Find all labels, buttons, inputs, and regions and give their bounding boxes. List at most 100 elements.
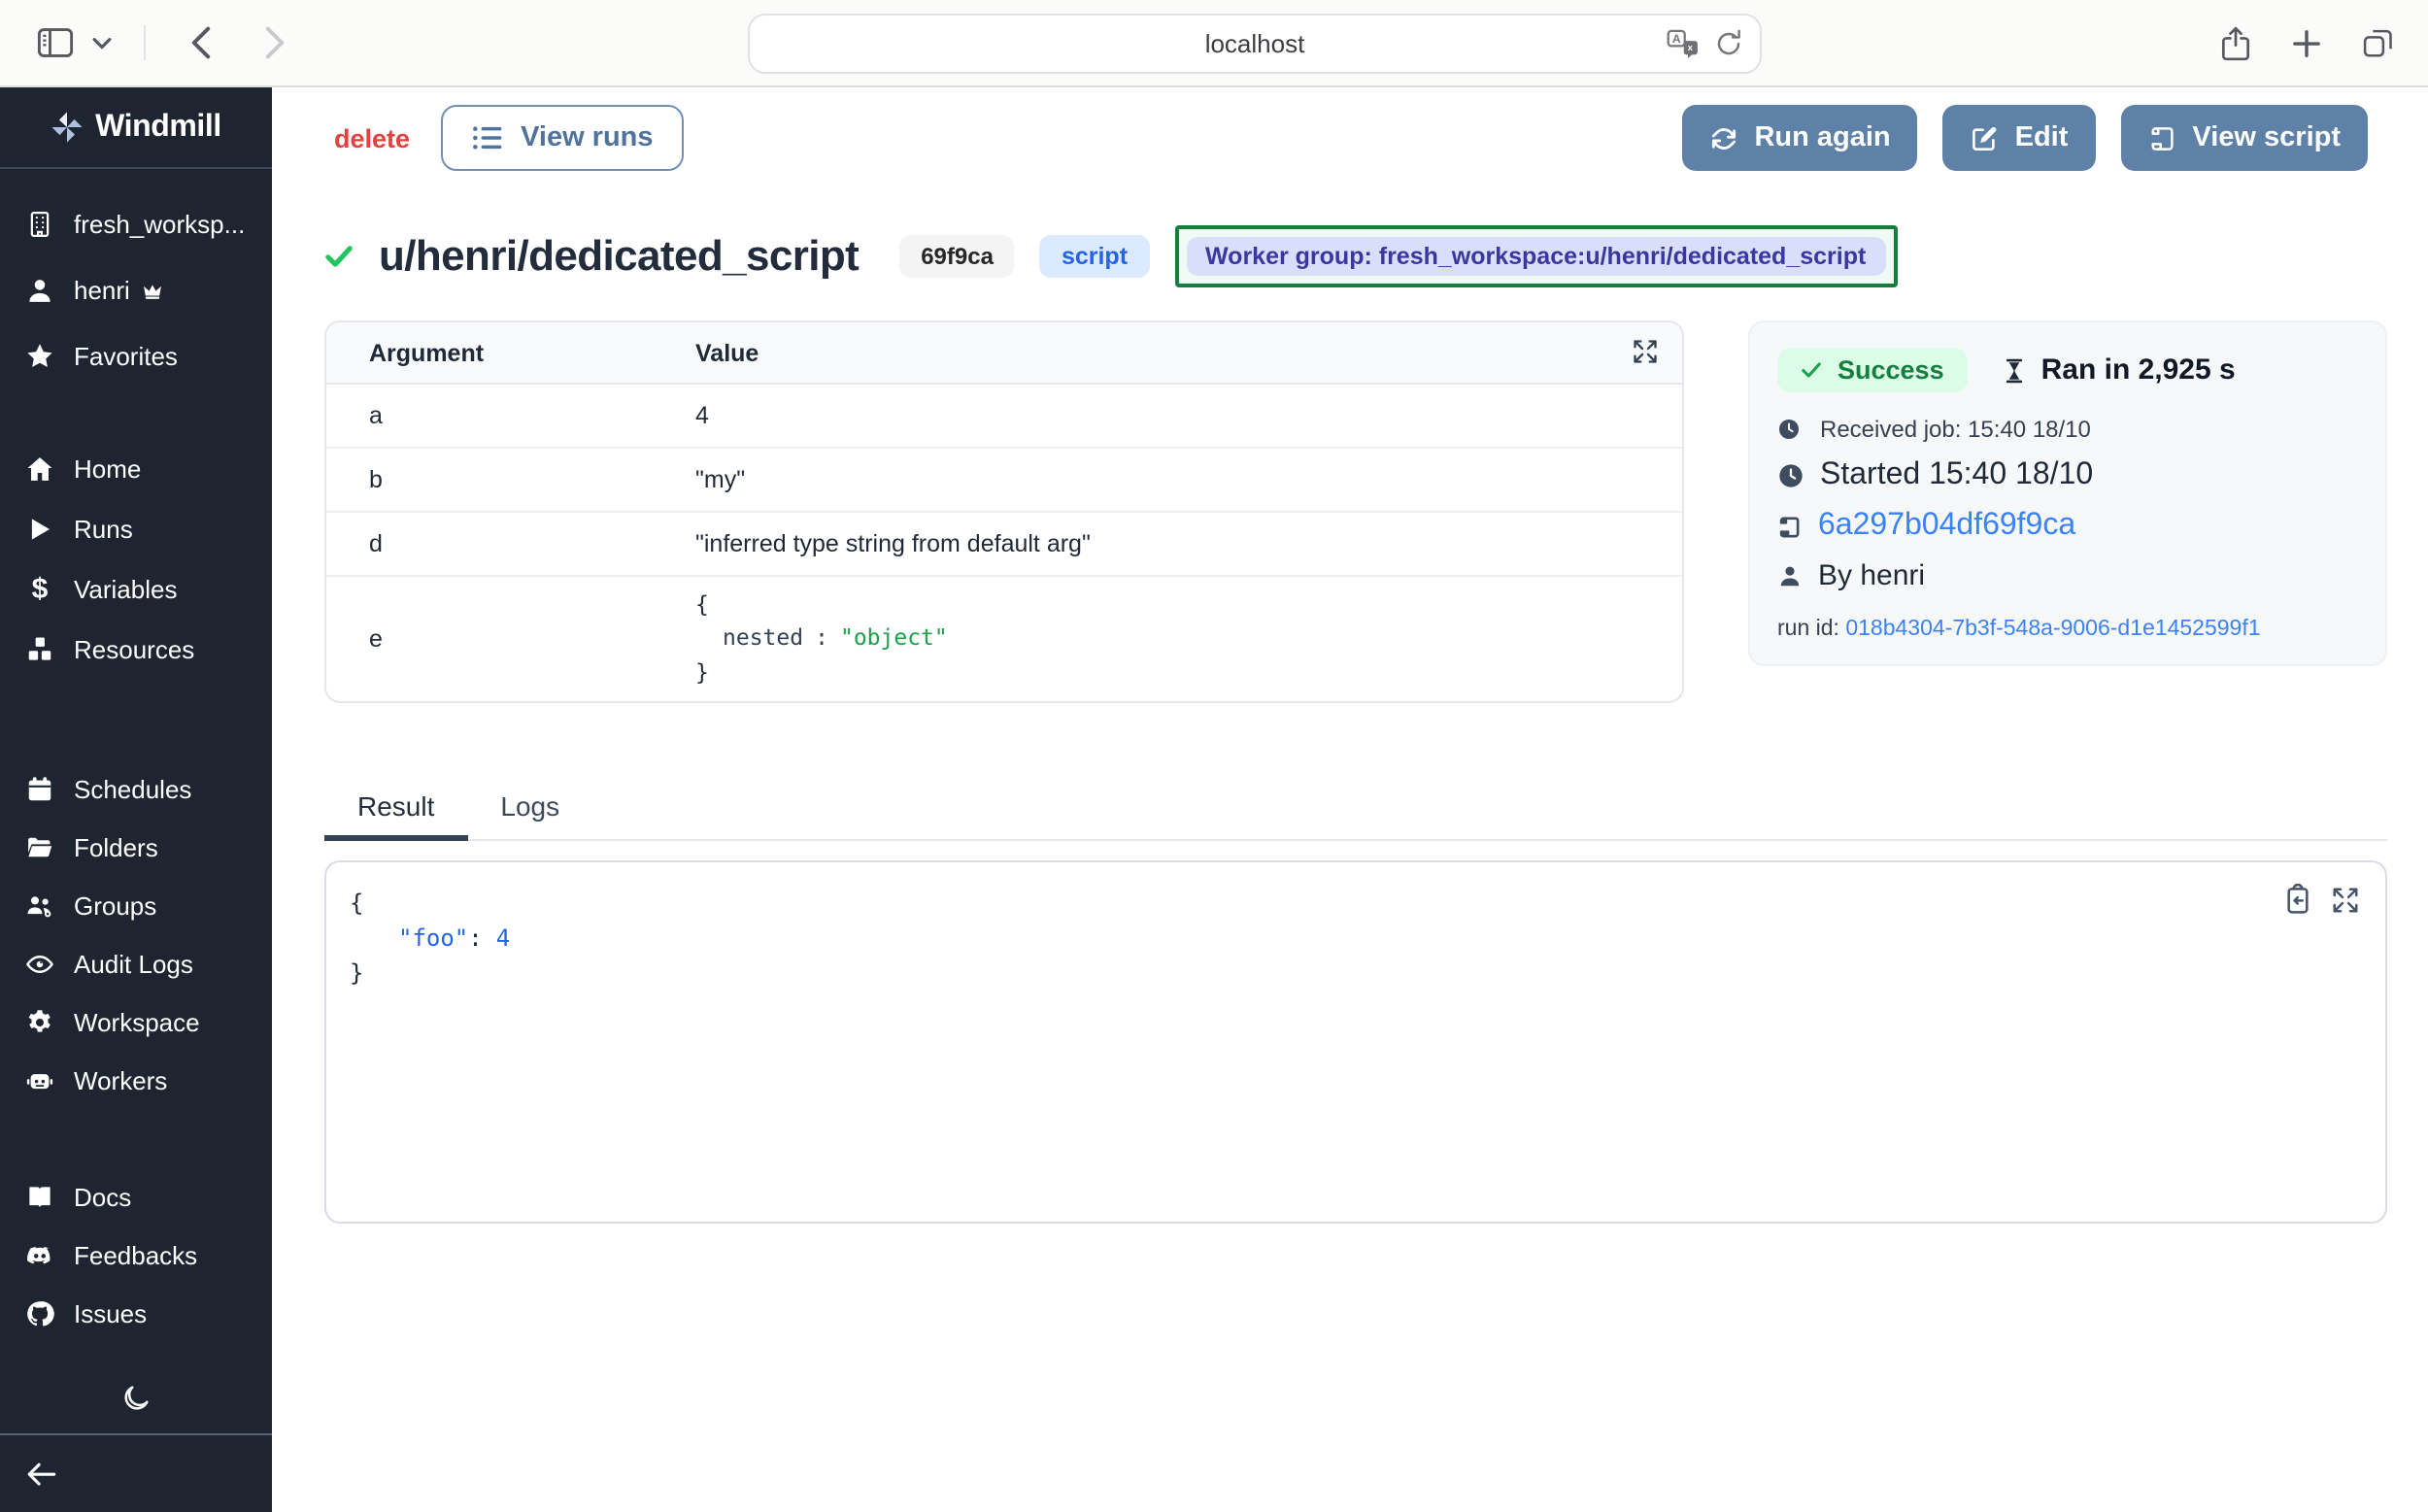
divider xyxy=(144,25,146,60)
run-id-link[interactable]: 018b4304-7b3f-548a-9006-d1e1452599f1 xyxy=(1845,618,2260,641)
status-badge: Success xyxy=(1777,348,1968,392)
dollar-icon: $ xyxy=(25,576,54,605)
result-json: { "foo":4 } xyxy=(326,862,2385,991)
sidebar-item-label: Feedbacks xyxy=(74,1241,197,1270)
script-hash-badge[interactable]: 69f9ca xyxy=(899,235,1015,278)
run-info-panel: Success Ran in 2,925 s Re xyxy=(1748,320,2387,666)
run-again-button[interactable]: Run again xyxy=(1682,105,1917,171)
sidebar-item-runs[interactable]: Runs xyxy=(0,500,272,560)
edit-button[interactable]: Edit xyxy=(1943,105,2096,171)
sidebar-item-home[interactable]: Home xyxy=(0,440,272,500)
browser-window-controls xyxy=(2220,24,2428,61)
view-script-button[interactable]: View script xyxy=(2120,105,2368,171)
collapse-sidebar-arrow-icon[interactable] xyxy=(25,1461,58,1490)
arg-name: d xyxy=(326,530,695,557)
reload-icon[interactable] xyxy=(1715,29,1742,58)
sidebar-item-workspace-picker[interactable]: fresh_worksp... xyxy=(0,191,272,257)
view-runs-label: View runs xyxy=(521,122,653,153)
run-id-label: run id: xyxy=(1777,618,1839,641)
sidebar-item-audit-logs[interactable]: Audit Logs xyxy=(0,935,272,993)
brand-label: Windmill xyxy=(95,110,221,145)
json-key: "foo" xyxy=(398,924,468,952)
sidebar-item-label: Groups xyxy=(74,891,156,921)
windmill-logo-icon xyxy=(51,111,84,144)
sidebar-item-folders[interactable]: Folders xyxy=(0,819,272,877)
person-icon xyxy=(1777,563,1803,588)
sidebar-item-schedules[interactable]: Schedules xyxy=(0,760,272,819)
view-script-label: View script xyxy=(2192,122,2341,153)
star-icon xyxy=(25,342,54,371)
hourglass-icon xyxy=(2003,356,2026,384)
sidebar-item-groups[interactable]: Groups xyxy=(0,877,272,935)
success-check-icon xyxy=(324,245,354,268)
sidebar-item-feedbacks[interactable]: Feedbacks xyxy=(0,1226,272,1285)
delete-button[interactable]: delete xyxy=(334,123,410,152)
worker-group-badge[interactable]: Worker group: fresh_workspace:u/henri/de… xyxy=(1186,237,1885,276)
clock-icon xyxy=(1777,418,1801,441)
arg-value: "my" xyxy=(695,466,1682,493)
home-icon xyxy=(25,455,54,485)
dark-mode-moon-icon[interactable] xyxy=(120,1384,152,1415)
book-icon xyxy=(25,1183,54,1212)
sidebar-item-label: Workers xyxy=(74,1066,167,1095)
sidebar-item-user[interactable]: henri xyxy=(0,257,272,323)
received-job-text: Received job: 15:40 18/10 xyxy=(1820,416,2091,443)
sidebar-item-resources[interactable]: Resources xyxy=(0,621,272,681)
sidebar-item-workers[interactable]: Workers xyxy=(0,1052,272,1110)
object-key: nested xyxy=(723,624,803,652)
status-label: Success xyxy=(1838,355,1944,385)
sidebar-item-label: Runs xyxy=(74,516,133,545)
browser-nav-controls xyxy=(0,19,297,66)
building-icon xyxy=(25,210,54,239)
run-again-label: Run again xyxy=(1754,122,1890,153)
sidebar-item-label: Audit Logs xyxy=(74,950,193,979)
view-runs-button[interactable]: View runs xyxy=(441,105,684,171)
new-tab-icon[interactable] xyxy=(2292,28,2321,57)
translate-icon[interactable]: Ax xyxy=(1667,29,1700,58)
copy-to-clipboard-icon[interactable] xyxy=(2284,884,2311,915)
sidebar-item-issues[interactable]: Issues xyxy=(0,1285,272,1343)
expand-args-icon[interactable] xyxy=(1632,338,1659,365)
people-icon xyxy=(25,891,54,921)
expand-result-icon[interactable] xyxy=(2331,884,2360,915)
sidebar-item-label: Folders xyxy=(74,833,158,862)
started-text: Started 15:40 18/10 xyxy=(1820,458,2093,493)
arg-name: a xyxy=(326,402,695,429)
clock-icon xyxy=(1777,462,1804,489)
arguments-table-header: Argument Value xyxy=(326,322,1682,385)
arg-object-value: { nested:"object" } xyxy=(695,588,1682,689)
sidebar-item-favorites[interactable]: Favorites xyxy=(0,323,272,389)
result-panel: { "foo":4 } xyxy=(324,860,2387,1224)
json-value: 4 xyxy=(496,924,510,952)
sidebar-toggle-icon[interactable] xyxy=(31,19,78,66)
chevron-down-icon[interactable] xyxy=(78,19,124,66)
object-brace-open: { xyxy=(695,588,1682,622)
sidebar-item-variables[interactable]: $ Variables xyxy=(0,560,272,621)
tab-logs[interactable]: Logs xyxy=(467,790,592,839)
github-icon xyxy=(25,1299,54,1328)
cubes-icon xyxy=(25,636,54,665)
arg-value: "inferred type string from default arg" xyxy=(695,530,1682,557)
column-header-argument: Argument xyxy=(326,339,695,366)
address-bar[interactable]: localhost Ax xyxy=(748,14,1762,74)
brand[interactable]: Windmill xyxy=(0,87,272,170)
tab-result[interactable]: Result xyxy=(324,790,467,839)
sidebar-item-label: Home xyxy=(74,455,141,485)
sidebar-item-workspace[interactable]: Workspace xyxy=(0,993,272,1052)
arguments-table: Argument Value a 4 b "my" xyxy=(324,320,1684,703)
forward-button[interactable] xyxy=(251,19,297,66)
arg-value: 4 xyxy=(695,402,1682,429)
main-content: delete View runs Run again xyxy=(272,87,2428,1512)
result-logs-tabs: Result Logs xyxy=(324,790,2387,841)
job-id-link[interactable]: 6a297b04df69f9ca xyxy=(1818,509,2075,544)
arg-name: b xyxy=(326,466,695,493)
object-string-value: "object" xyxy=(840,624,948,652)
back-button[interactable] xyxy=(177,19,223,66)
sidebar-item-label: henri xyxy=(74,276,130,305)
share-icon[interactable] xyxy=(2220,24,2251,61)
calendar-icon xyxy=(25,775,54,804)
screen: localhost Ax xyxy=(0,0,2428,1512)
sidebar-item-label: Workspace xyxy=(74,1008,200,1037)
tab-overview-icon[interactable] xyxy=(2362,27,2395,58)
sidebar-item-docs[interactable]: Docs xyxy=(0,1168,272,1226)
